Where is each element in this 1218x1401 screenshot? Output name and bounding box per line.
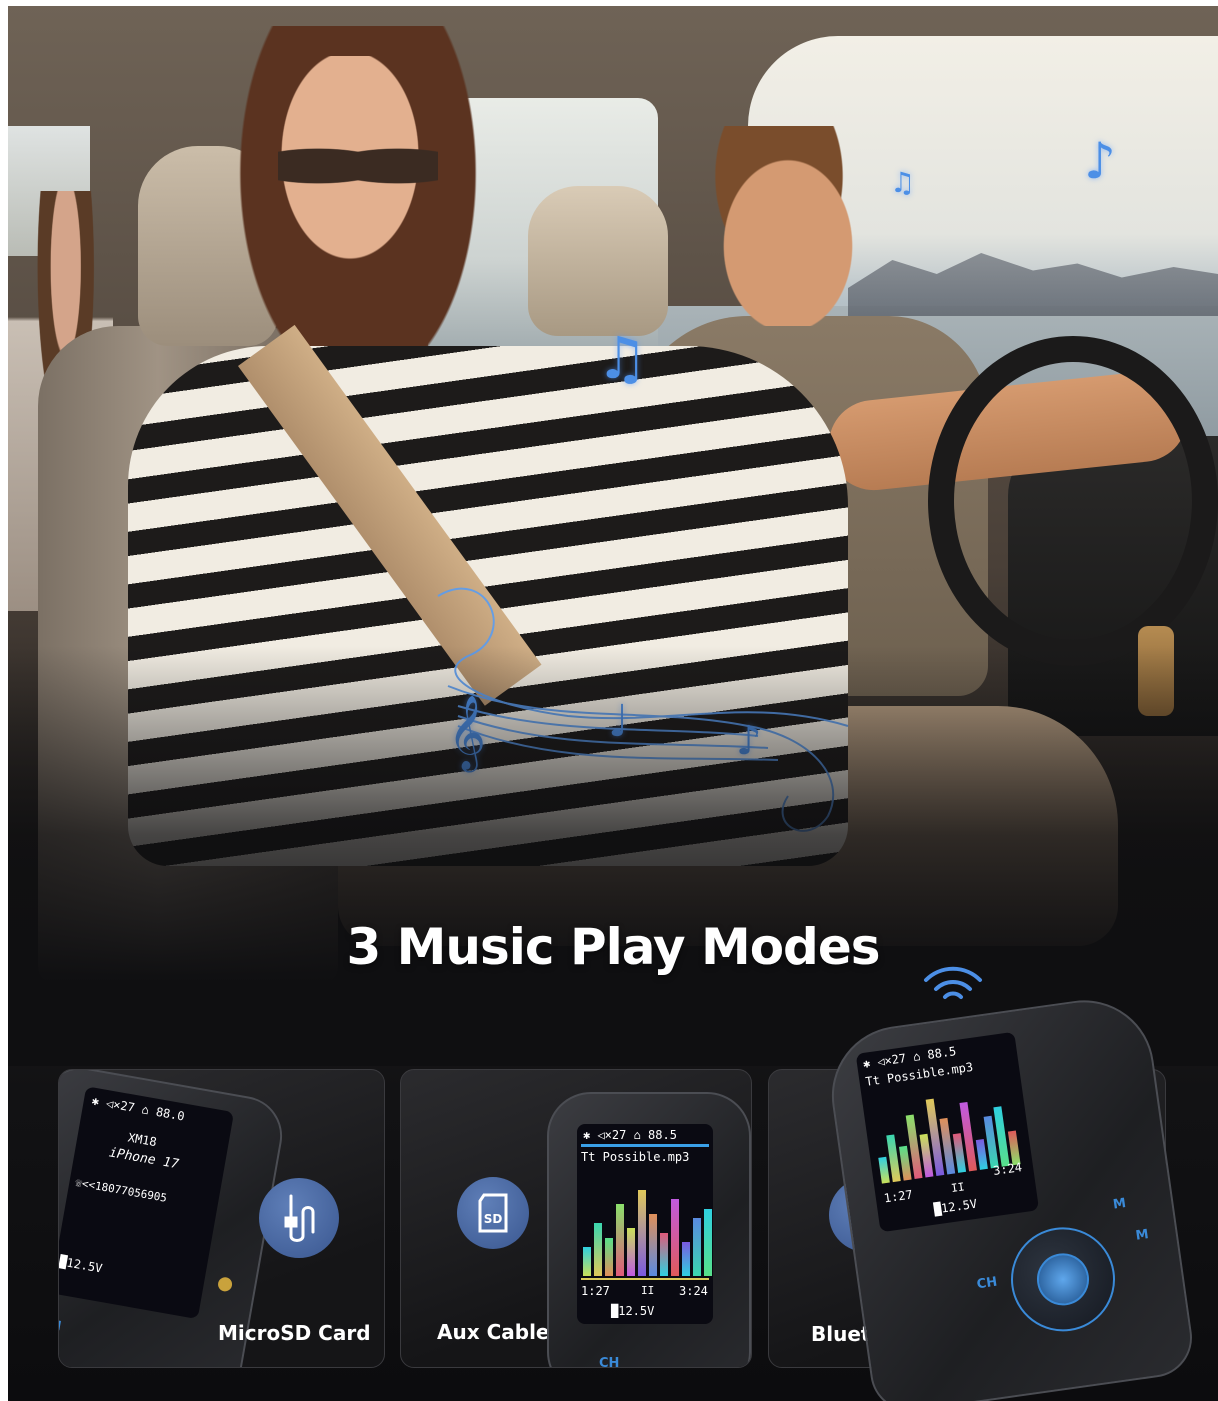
equalizer-bar [638,1189,646,1276]
mode-card-microsd: ✱ ◁×27 ⌂ 88.0 XM18 iPhone 17 ☏<<18077056… [58,1069,385,1368]
fm-transmitter-device: ✱ ◁×27 ⌂ 88.5 Tt Possible.mp3 1:27 II 3:… [822,991,1198,1401]
aux-port [216,1276,234,1293]
card-label: Aux Cable [437,1320,550,1344]
equalizer-bar [704,1208,712,1276]
headline: 3 Music Play Modes [346,918,880,976]
equalizer-bar [583,1247,591,1276]
device-screen: ✱ ◁×27 ⌂ 88.5 Tt Possible.mp3 1:27 II 3:… [577,1124,713,1324]
elapsed-time: 1:27 [581,1284,610,1298]
device-screen: ✱ ◁×27 ⌂ 88.5 Tt Possible.mp3 1:27 II 3:… [855,1031,1040,1233]
m-button[interactable]: M [1112,1196,1127,1213]
device-screen: ✱ ◁×27 ⌂ 88.0 XM18 iPhone 17 ☏<<18077056… [58,1086,235,1320]
caller-number: ☏<<18077056905 [74,1175,168,1205]
equalizer-bar [660,1232,668,1276]
ch-button[interactable]: CH [976,1275,998,1293]
dark-gradient-overlay [8,646,1218,1066]
equalizer-bar [594,1223,602,1276]
phone-name: iPhone 17 [107,1145,180,1173]
equalizer-bar [671,1199,679,1276]
equalizer-bar [682,1242,690,1276]
total-time: 3:24 [992,1160,1023,1178]
progress-bar [581,1278,709,1280]
product-image: ♫ ♫ ♪ 𝄞 ♩ ♪ 3 Music Play Modes [8,6,1218,1401]
device-name: XM18 [126,1130,158,1150]
pause-icon: II [950,1180,966,1195]
equalizer-bar [627,1228,635,1276]
track-name: Tt Possible.mp3 [581,1150,690,1164]
m-button[interactable]: M [59,1317,62,1334]
music-note-icon: ♫ [596,324,648,392]
card-label: MicroSD Card [218,1321,371,1345]
equalizer-bar [649,1213,657,1276]
total-time: 3:24 [679,1284,708,1298]
sd-text: SD [484,1212,503,1226]
equalizer-bar [616,1204,624,1276]
voltage-readout: █12.5V [58,1254,104,1276]
driver-headrest [528,186,668,336]
equalizer-bars [583,1180,713,1276]
mode-card-aux: SD Aux Cable ✱ ◁×27 ⌂ 88.5 Tt Possible.m… [400,1069,752,1368]
wifi-signal-icon [924,966,982,999]
status-bar: ✱ ◁×27 ⌂ 88.5 [583,1128,677,1142]
aux-jack-icon [259,1178,339,1258]
voltage-readout: █12.5V [933,1196,978,1217]
driver-head [698,126,878,326]
fm-transmitter-device: ✱ ◁×27 ⌂ 88.5 Tt Possible.mp3 1:27 II 3:… [547,1092,751,1367]
sunglasses [278,136,438,196]
steering-wheel [928,336,1218,666]
ch-button[interactable]: CH [599,1356,619,1367]
voltage-readout: █12.5V [611,1304,655,1318]
divider [581,1144,709,1147]
equalizer-bar [605,1237,613,1276]
equalizer-bar [878,1156,890,1184]
music-note-icon: ♪ [1084,132,1116,190]
equalizer-bar [693,1218,701,1276]
elapsed-time: 1:27 [883,1187,914,1206]
m-button-secondary[interactable]: M [1135,1227,1150,1244]
status-bar: ✱ ◁×27 ⌂ 88.0 [90,1093,186,1124]
equalizer-bar [975,1138,988,1170]
sd-card-icon: SD [457,1177,529,1249]
pause-icon: II [641,1284,655,1297]
music-note-icon: ♫ [890,166,916,199]
